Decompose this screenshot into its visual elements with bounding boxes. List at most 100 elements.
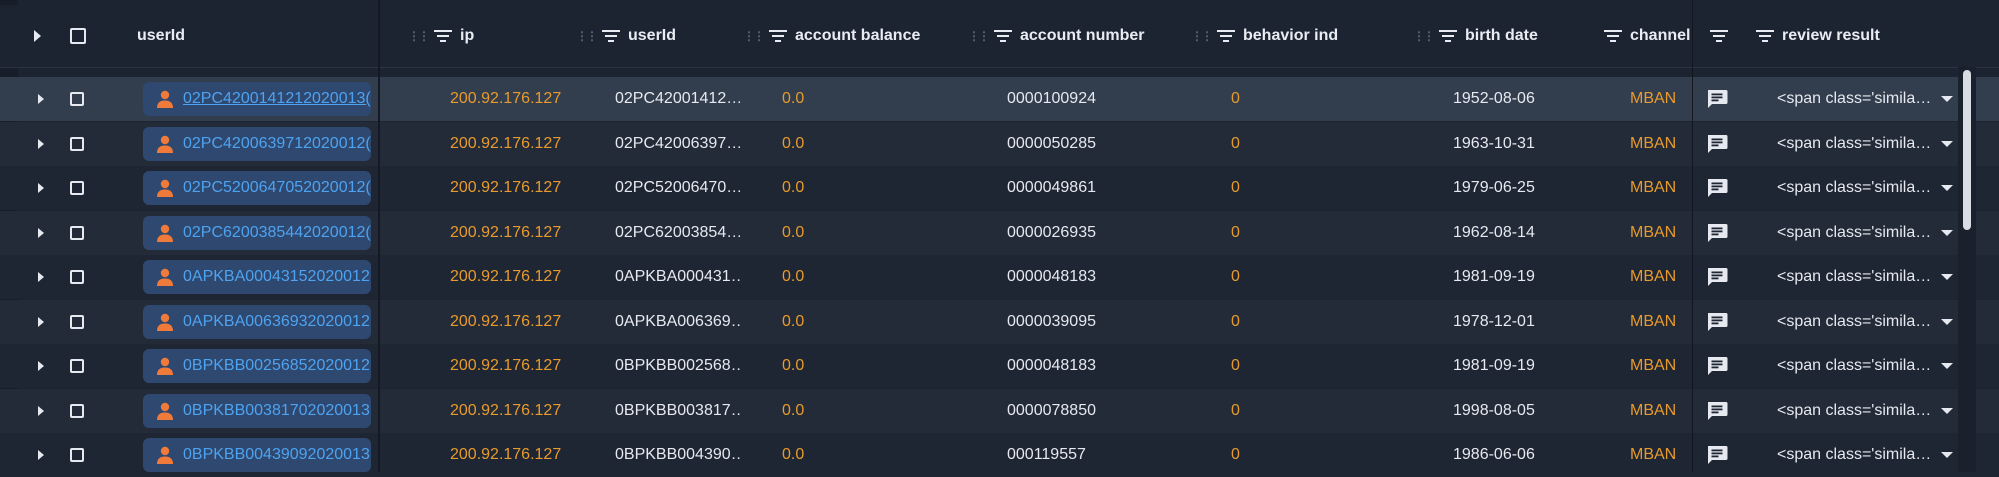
pinned-userid-link[interactable]: 02PC6200385442020012( [183, 224, 371, 242]
column-header-account-balance[interactable]: ⋮⋮ account balance [743, 5, 920, 67]
column-header-account-number[interactable]: ⋮⋮ account number [968, 5, 1144, 67]
row-checkbox[interactable] [70, 211, 84, 255]
column-header-review-result[interactable]: review result [1756, 5, 1880, 67]
row-expand-toggle[interactable] [38, 77, 44, 121]
filter-icon[interactable] [1604, 30, 1622, 42]
table-row[interactable]: 0BPKBB00381702020013 200.92.176.127 0BPK… [0, 388, 1999, 433]
filter-icon[interactable] [1756, 30, 1774, 42]
cell-account-number: 0000050285 [1007, 134, 1096, 152]
user-chip[interactable]: 0APKBA00636932020012 [143, 304, 371, 339]
user-chip[interactable]: 0APKBA00043152020012 [143, 260, 371, 294]
cell-birth-date: 1981-09-19 [1453, 268, 1535, 285]
chevron-down-icon [1941, 229, 1953, 236]
row-checkbox[interactable] [70, 344, 84, 388]
comment-button[interactable] [1706, 389, 1728, 433]
cell-review-result: <span class='simila… [1777, 90, 1932, 107]
expand-all-toggle[interactable] [34, 5, 41, 67]
comment-button[interactable] [1706, 77, 1728, 121]
filter-icon[interactable] [1710, 30, 1728, 42]
drag-handle-icon[interactable]: ⋮⋮ [408, 29, 430, 43]
row-expand-toggle[interactable] [38, 300, 44, 344]
comment-button[interactable] [1706, 300, 1728, 344]
row-expand-toggle[interactable] [38, 255, 44, 299]
table-row[interactable]: 0APKBA00636932020012 200.92.176.127 0APK… [0, 299, 1999, 344]
table-row[interactable]: 0APKBA00043152020012 200.92.176.127 0APK… [0, 255, 1999, 299]
pinned-userid-link[interactable]: 0BPKBB00439092020013 [183, 446, 370, 464]
column-header-label: userId [628, 27, 677, 44]
pinned-userid-link[interactable]: 02PC4200639712020012( [183, 135, 371, 153]
row-checkbox[interactable] [70, 300, 84, 344]
comment-button[interactable] [1706, 255, 1728, 299]
table-row[interactable]: 02PC5200647052020012( 200.92.176.127 02P… [0, 166, 1999, 210]
filter-icon[interactable] [769, 30, 787, 42]
filter-icon[interactable] [434, 30, 452, 42]
vertical-scrollbar-thumb[interactable] [1963, 70, 1971, 230]
user-chip[interactable]: 0BPKBB00439092020013 [143, 438, 371, 472]
row-expand-toggle[interactable] [38, 389, 44, 433]
row-expand-toggle[interactable] [38, 433, 44, 477]
table-row[interactable]: 02PC4200639712020012( 200.92.176.127 02P… [0, 121, 1999, 166]
column-header-channel[interactable]: channel [1604, 5, 1690, 67]
review-result-dropdown[interactable] [1941, 389, 1953, 433]
pinned-userid-link[interactable]: 0APKBA00043152020012 [183, 268, 370, 286]
comment-button[interactable] [1706, 211, 1728, 255]
table-row[interactable]: 02PC6200385442020012( 200.92.176.127 02P… [0, 210, 1999, 255]
review-result-dropdown[interactable] [1941, 77, 1953, 121]
row-expand-toggle[interactable] [38, 122, 44, 166]
select-all-checkbox[interactable] [70, 5, 86, 67]
row-checkbox[interactable] [70, 122, 84, 166]
row-checkbox[interactable] [70, 433, 84, 477]
cell-account-balance: 0.0 [782, 223, 805, 241]
review-result-dropdown[interactable] [1941, 433, 1953, 477]
review-result-dropdown[interactable] [1941, 255, 1953, 299]
drag-handle-icon[interactable]: ⋮⋮ [968, 29, 990, 43]
review-result-dropdown[interactable] [1941, 122, 1953, 166]
review-result-dropdown[interactable] [1941, 211, 1953, 255]
filter-icon[interactable] [602, 30, 620, 42]
drag-handle-icon[interactable]: ⋮⋮ [1413, 29, 1435, 43]
column-header-ip[interactable]: ⋮⋮ ip [408, 5, 474, 67]
user-chip[interactable]: 02PC5200647052020012( [143, 171, 371, 205]
column-header-userid[interactable]: ⋮⋮ userId [576, 5, 676, 67]
review-result-dropdown[interactable] [1941, 344, 1953, 388]
table-row[interactable]: 0BPKBB00439092020013 200.92.176.127 0BPK… [0, 433, 1999, 477]
filter-icon[interactable] [1439, 30, 1457, 42]
user-chip[interactable]: 0BPKBB00256852020012 [143, 349, 371, 383]
comment-button[interactable] [1706, 166, 1728, 210]
table-row[interactable]: 0BPKBB00256852020012 200.92.176.127 0BPK… [0, 344, 1999, 388]
cell-review-result: <span class='simila… [1777, 312, 1932, 330]
comment-button[interactable] [1706, 433, 1728, 477]
pinned-userid-link[interactable]: 0BPKBB00256852020012 [183, 357, 370, 375]
row-checkbox[interactable] [70, 255, 84, 299]
row-checkbox[interactable] [70, 166, 84, 210]
drag-handle-icon[interactable]: ⋮⋮ [1191, 29, 1213, 43]
caret-right-icon [38, 316, 44, 327]
user-chip[interactable]: 0BPKBB00381702020013 [143, 393, 371, 428]
drag-handle-icon[interactable]: ⋮⋮ [576, 29, 598, 43]
comment-button[interactable] [1706, 344, 1728, 388]
pinned-userid-link[interactable]: 02PC4200141212020013( [183, 90, 371, 108]
review-result-dropdown[interactable] [1941, 300, 1953, 344]
user-chip[interactable]: 02PC4200639712020012( [143, 126, 371, 161]
review-result-dropdown[interactable] [1941, 166, 1953, 210]
row-checkbox[interactable] [70, 77, 84, 121]
column-header-birth-date[interactable]: ⋮⋮ birth date [1413, 5, 1538, 67]
filter-icon[interactable] [994, 30, 1012, 42]
pinned-userid-link[interactable]: 0APKBA00636932020012 [183, 313, 370, 331]
drag-handle-icon[interactable]: ⋮⋮ [743, 29, 765, 43]
filter-icon[interactable] [1217, 30, 1235, 42]
column-header-pinned-userid[interactable]: userId [137, 5, 185, 67]
user-chip[interactable]: 02PC4200141212020013( [143, 82, 371, 116]
pinned-userid-link[interactable]: 02PC5200647052020012( [183, 179, 371, 197]
column-header-comment[interactable] [1710, 5, 1736, 67]
row-expand-toggle[interactable] [38, 166, 44, 210]
pinned-userid-link[interactable]: 0BPKBB00381702020013 [183, 402, 370, 420]
table-row[interactable]: 02PC4200141212020013( 200.92.176.127 02P… [0, 77, 1999, 121]
comment-button[interactable] [1706, 122, 1728, 166]
row-expand-toggle[interactable] [38, 211, 44, 255]
cell-userid: 0BPKBB002568… [615, 357, 740, 374]
row-expand-toggle[interactable] [38, 344, 44, 388]
row-checkbox[interactable] [70, 389, 84, 433]
column-header-behavior-ind[interactable]: ⋮⋮ behavior ind [1191, 5, 1338, 67]
user-chip[interactable]: 02PC6200385442020012( [143, 215, 371, 250]
